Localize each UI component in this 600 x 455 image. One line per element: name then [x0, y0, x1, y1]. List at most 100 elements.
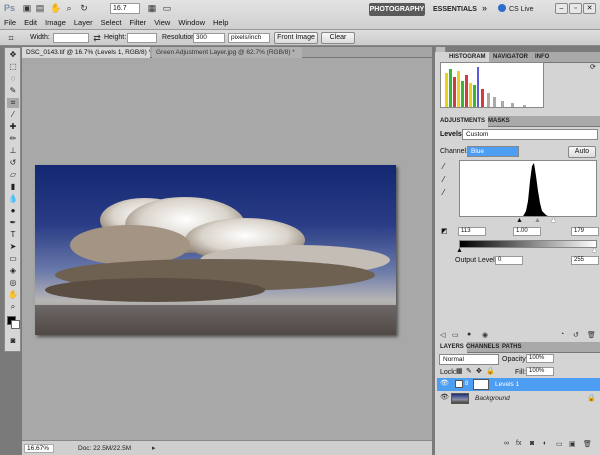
tab-green-adjustment-layer[interactable]: Green Adjustment Layer.jpg @ 62.7% (RGB/… [152, 47, 302, 58]
3d-rotate-tool-icon[interactable]: ◈ [7, 266, 19, 276]
menu-select[interactable]: Select [97, 17, 126, 29]
new-group-icon[interactable]: ▭ [556, 440, 563, 448]
clone-stamp-tool-icon[interactable]: ⊥ [7, 146, 19, 156]
brush-tool-icon[interactable]: ✏ [7, 134, 19, 144]
hand-tool-icon[interactable]: ✋ [7, 290, 19, 300]
close-icon[interactable]: ✕ [583, 3, 596, 14]
black-point-eyedropper-icon[interactable]: ⁄ [443, 162, 444, 171]
output-black-slider-icon[interactable]: ▲ [456, 247, 463, 254]
zoom-view-icon[interactable]: ⌕ [64, 3, 74, 13]
link-layers-icon[interactable]: ∞ [504, 440, 509, 447]
input-white-field[interactable]: 179 [571, 227, 599, 236]
layer-background[interactable]: 👁 Background 🔒 [437, 392, 600, 405]
clipping-display-icon[interactable]: ◩ [441, 227, 448, 235]
more-workspaces-icon[interactable]: » [482, 3, 487, 13]
fill-field[interactable]: 100% [526, 367, 554, 376]
background-color-swatch[interactable] [11, 320, 20, 329]
output-black-field[interactable]: 0 [495, 256, 523, 265]
clip-to-layer-icon[interactable]: ● [467, 331, 471, 338]
add-mask-icon[interactable]: ◙ [530, 440, 534, 447]
eye-icon[interactable]: 👁 [440, 380, 449, 388]
crop-tool-preset-icon[interactable]: ⌗ [6, 33, 16, 43]
blend-mode-select[interactable]: Normal [439, 354, 499, 365]
shape-tool-icon[interactable]: ▭ [7, 254, 19, 264]
menu-edit[interactable]: Edit [20, 17, 41, 29]
layer-levels-1[interactable]: 👁 8 Levels 1 [437, 378, 600, 391]
tab-masks[interactable]: MASKS [485, 116, 513, 127]
menu-file[interactable]: File [0, 17, 20, 29]
lock-transparent-icon[interactable]: ▦ [456, 367, 463, 375]
3d-orbit-tool-icon[interactable]: ◎ [7, 278, 19, 288]
resolution-field[interactable]: 300 [193, 33, 225, 43]
crop-tool-icon[interactable]: ⌗ [7, 98, 19, 108]
document-image[interactable] [35, 165, 396, 335]
status-menu-arrow-icon[interactable]: ▸ [152, 444, 156, 452]
eye-icon[interactable]: 👁 [440, 394, 449, 402]
return-to-list-icon[interactable]: ◁ [440, 331, 445, 339]
zoom-tool-icon[interactable]: ⌕ [7, 302, 19, 312]
menu-window[interactable]: Window [174, 17, 209, 29]
view-previous-icon[interactable]: ◔ [560, 331, 564, 338]
tab-dsc-0143[interactable]: DSC_0143.tif @ 16.7% (Levels 1, RGB/8) * [22, 47, 150, 58]
move-tool-icon[interactable]: ✥ [7, 50, 19, 60]
height-field[interactable] [127, 33, 157, 43]
workspace-photography-button[interactable]: PHOTOGRAPHY [369, 3, 425, 16]
lock-position-icon[interactable]: ✥ [476, 367, 482, 375]
expanded-view-icon[interactable]: ▭ [452, 331, 459, 339]
width-field[interactable] [53, 33, 89, 43]
restore-icon[interactable]: ▫ [569, 3, 582, 14]
blur-tool-icon[interactable]: 💧 [7, 194, 19, 204]
tab-channels[interactable]: CHANNELS [463, 342, 502, 353]
delete-layer-icon[interactable]: 🗑 [583, 440, 592, 448]
minimize-icon[interactable]: – [555, 3, 568, 14]
channel-select[interactable]: Blue [467, 146, 519, 157]
layer-name[interactable]: Background [475, 392, 510, 405]
gradient-tool-icon[interactable]: ▮ [7, 182, 19, 192]
eraser-tool-icon[interactable]: ▱ [7, 170, 19, 180]
marquee-tool-icon[interactable]: ⬚ [7, 62, 19, 72]
eyedropper-tool-icon[interactable]: ⁄ [7, 110, 19, 120]
menu-view[interactable]: View [150, 17, 174, 29]
new-layer-icon[interactable]: ▣ [569, 440, 576, 448]
healing-brush-tool-icon[interactable]: ✚ [7, 122, 19, 132]
history-brush-tool-icon[interactable]: ↺ [7, 158, 19, 168]
tab-paths[interactable]: PATHS [499, 342, 524, 353]
rotate-view-icon[interactable]: ↻ [79, 3, 89, 13]
screen-mode-icon[interactable]: ▭ [162, 3, 172, 13]
swap-dimensions-icon[interactable]: ⇄ [92, 33, 102, 43]
menu-filter[interactable]: Filter [126, 17, 151, 29]
arrange-documents-icon[interactable]: ▦ [147, 3, 157, 13]
workspace-essentials-button[interactable]: ESSENTIALS [430, 3, 480, 16]
input-white-slider-icon[interactable]: ▲ [550, 217, 557, 224]
input-black-field[interactable]: 113 [458, 227, 486, 236]
zoom-level-select[interactable]: 16.7 [110, 3, 140, 14]
bridge-icon[interactable]: ▣ [22, 3, 32, 13]
quick-selection-tool-icon[interactable]: ✎ [7, 86, 19, 96]
quick-mask-icon[interactable]: ◙ [7, 336, 19, 346]
resolution-units-select[interactable]: pixels/inch [228, 33, 270, 43]
reset-icon[interactable]: ↺ [573, 331, 579, 339]
layer-style-icon[interactable]: fx [516, 440, 521, 447]
type-tool-icon[interactable]: T [7, 230, 19, 240]
layer-name[interactable]: Levels 1 [495, 378, 519, 391]
gray-point-eyedropper-icon[interactable]: ⁄ [443, 175, 444, 184]
front-image-button[interactable]: Front Image [274, 32, 318, 44]
auto-button[interactable]: Auto [568, 146, 596, 158]
delete-adjustment-icon[interactable]: 🗑 [587, 331, 596, 339]
input-gamma-slider-icon[interactable]: ▲ [534, 217, 541, 224]
input-black-slider-icon[interactable]: ▲ [516, 217, 523, 224]
menu-help[interactable]: Help [209, 17, 232, 29]
mini-bridge-icon[interactable]: ▤ [35, 3, 45, 13]
white-point-eyedropper-icon[interactable]: ⁄ [443, 188, 444, 197]
clear-button[interactable]: Clear [321, 32, 355, 44]
output-white-slider-icon[interactable]: ▲ [591, 247, 598, 254]
lock-all-icon[interactable]: 🔒 [486, 367, 495, 375]
tab-adjustments[interactable]: ADJUSTMENTS [437, 116, 489, 127]
lock-image-icon[interactable]: ✎ [466, 367, 472, 375]
input-gamma-field[interactable]: 1.00 [513, 227, 541, 236]
layer-mask-thumbnail[interactable] [473, 379, 489, 390]
zoom-status-field[interactable]: 16.67% [24, 444, 54, 453]
dodge-tool-icon[interactable]: ● [7, 206, 19, 216]
opacity-field[interactable]: 100% [526, 354, 554, 363]
output-white-field[interactable]: 255 [571, 256, 599, 265]
